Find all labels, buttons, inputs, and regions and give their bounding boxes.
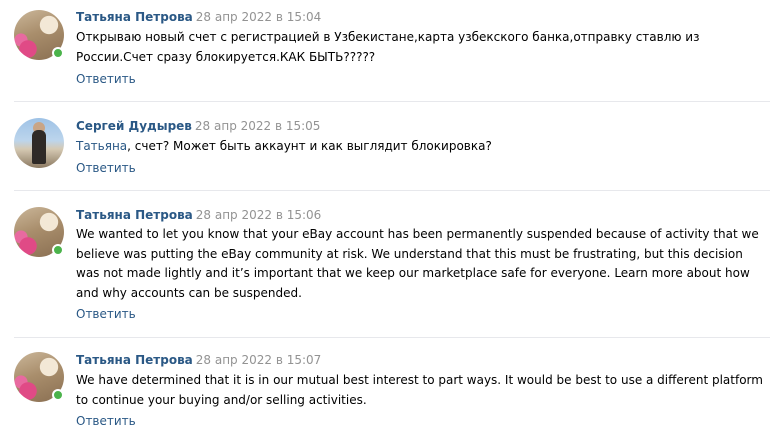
comment-thread: Татьяна Петрова 28 апр 2022 в 15:04 Откры…: [0, 0, 784, 444]
reply-button[interactable]: Ответить: [76, 414, 136, 428]
comment-date[interactable]: 28 апр 2022 в 15:07: [196, 353, 322, 367]
online-status-icon: [52, 389, 64, 401]
comment-text: We have determined that it is in our mut…: [76, 373, 763, 407]
comment-header: Татьяна Петрова 28 апр 2022 в 15:07: [76, 353, 321, 367]
comment-item: Татьяна Петрова 28 апр 2022 в 15:07 We ha…: [0, 0, 784, 444]
author-name[interactable]: Татьяна Петрова: [76, 353, 193, 367]
